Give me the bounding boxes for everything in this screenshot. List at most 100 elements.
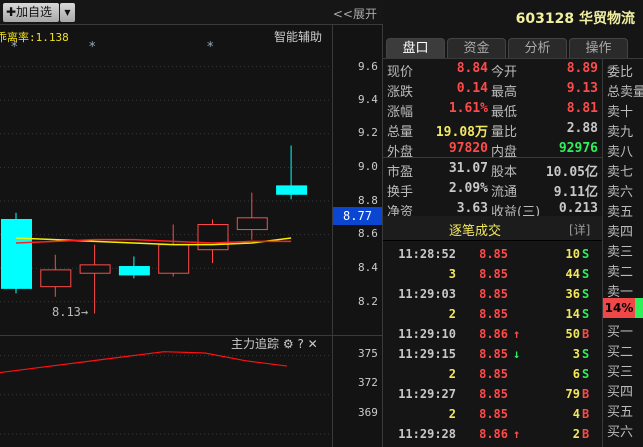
trade-volume: 3 xyxy=(572,347,580,361)
quote-value: 19.08万 xyxy=(435,125,488,140)
trade-side: B xyxy=(582,387,590,401)
trade-volume: 2 xyxy=(572,427,580,441)
orderbook-level: 卖三 xyxy=(607,245,634,260)
price-axis-label: 8.2 xyxy=(358,295,378,308)
trade-volume: 10 xyxy=(565,247,580,261)
ratio-badge: 14% xyxy=(603,298,635,318)
quote-value: 8.89 xyxy=(566,61,598,76)
trade-volume: 36 xyxy=(565,287,580,301)
add-watchlist-button[interactable]: ✚加自选 xyxy=(3,3,59,22)
divider xyxy=(383,58,643,59)
quote-label: 股本 xyxy=(491,165,518,180)
sub-axis-label: 375 xyxy=(358,347,378,360)
trade-time: 2 xyxy=(448,367,456,381)
tab-operate[interactable]: 操作 xyxy=(569,38,628,58)
price-axis-label: 9.2 xyxy=(358,126,378,139)
trade-side: S xyxy=(582,347,590,361)
orderbook-level: 总卖量 xyxy=(607,85,643,100)
quote-label: 最低 xyxy=(491,105,518,120)
quote-label: 量比 xyxy=(491,125,518,140)
trade-price: 8.85 xyxy=(479,247,508,261)
trades-header: 逐笔成交 [详] xyxy=(383,216,602,241)
trade-side: S xyxy=(582,247,590,261)
quote-value: 2.09% xyxy=(448,181,488,196)
tab-analysis[interactable]: 分析 xyxy=(508,38,567,58)
orderbook-level: 卖七 xyxy=(607,165,634,180)
trade-price: 8.86 xyxy=(479,427,508,441)
quote-value: 0.14 xyxy=(456,81,488,96)
orderbook-divider xyxy=(602,58,603,447)
quote-value: 3.63 xyxy=(456,201,488,216)
trade-volume: 79 xyxy=(565,387,580,401)
low-price-marker: 8.13→ xyxy=(52,305,89,319)
trade-volume: 14 xyxy=(565,307,580,321)
trade-side: S xyxy=(582,367,590,381)
candle-body xyxy=(197,224,229,251)
trade-time: 11:29:15 xyxy=(398,347,456,361)
candle-body xyxy=(276,185,308,195)
chevron-down-icon[interactable]: ▼ xyxy=(60,3,75,22)
quote-value: 1.61% xyxy=(448,101,488,116)
chart-panel: ✚加自选 ▼ <<展开 乖离率:1.138 智能辅助 * * * 8.13→ 9… xyxy=(0,0,383,447)
sub-axis-label: 372 xyxy=(358,376,378,389)
quote-value: 9.13 xyxy=(566,81,598,96)
price-axis-label: 9.0 xyxy=(358,160,378,173)
trade-time: 11:28:52 xyxy=(398,247,456,261)
trade-time: 3 xyxy=(448,267,456,281)
trade-price: 8.85 xyxy=(479,367,508,381)
quote-label: 最高 xyxy=(491,85,518,100)
candle-body xyxy=(1,218,32,289)
ratio-bar xyxy=(635,298,643,318)
orderbook-level: 买五 xyxy=(607,405,634,420)
trades-detail-link[interactable]: [详] xyxy=(569,221,590,238)
quote-value: 8.81 xyxy=(566,101,598,116)
quote-label: 外盘 xyxy=(387,145,414,160)
expand-button[interactable]: <<展开 xyxy=(333,5,377,22)
orderbook-level: 卖六 xyxy=(607,185,634,200)
orderbook-level: 卖十 xyxy=(607,105,634,120)
orderbook-level: 买三 xyxy=(607,365,634,380)
tab-handicap[interactable]: 盘口 xyxy=(386,38,445,58)
trade-side: B xyxy=(582,407,590,421)
trade-price: 8.85 xyxy=(479,387,508,401)
quote-label: 换手 xyxy=(387,185,414,200)
trade-price: 8.85 xyxy=(479,347,508,361)
trade-time: 11:29:10 xyxy=(398,327,456,341)
quote-value: 2.88 xyxy=(566,121,598,136)
candle-body xyxy=(40,269,72,288)
sub-axis-label: 369 xyxy=(358,406,378,419)
orderbook-level: 买六 xyxy=(607,425,634,440)
main-force-chart xyxy=(0,351,332,435)
quote-label: 市盈 xyxy=(387,165,414,180)
trade-price: 8.85 xyxy=(479,307,508,321)
tab-funds[interactable]: 资金 xyxy=(447,38,506,58)
quote-value: 31.07 xyxy=(448,161,488,176)
trade-time: 11:29:28 xyxy=(398,427,456,441)
candlestick-chart[interactable] xyxy=(0,25,332,335)
trade-volume: 44 xyxy=(565,267,580,281)
current-price-tag: 8.77 xyxy=(333,207,382,225)
trade-side: B xyxy=(582,327,590,341)
candle-body xyxy=(158,244,190,274)
trade-time: 11:29:03 xyxy=(398,287,456,301)
price-axis-label: 8.6 xyxy=(358,227,378,240)
chart-toolbar: ✚加自选 ▼ <<展开 xyxy=(0,0,383,25)
quote-value: 0.213 xyxy=(558,201,598,216)
quote-value: 97820 xyxy=(448,141,488,156)
quote-value: 10.05亿 xyxy=(545,165,598,180)
trade-price: 8.85 xyxy=(479,407,508,421)
orderbook-level: 卖八 xyxy=(607,145,634,160)
trade-price: 8.85 xyxy=(479,287,508,301)
trade-volume: 50 xyxy=(565,327,580,341)
orderbook-level: 买二 xyxy=(607,345,634,360)
quote-label: 涨跌 xyxy=(387,85,414,100)
trade-price: 8.86 xyxy=(479,327,508,341)
main-force-line xyxy=(0,351,288,374)
trade-time: 2 xyxy=(448,307,456,321)
trade-side: S xyxy=(582,287,590,301)
orderbook-level: 卖九 xyxy=(607,125,634,140)
trade-volume: 6 xyxy=(572,367,580,381)
trade-side: S xyxy=(582,307,590,321)
orderbook-level: 卖二 xyxy=(607,265,634,280)
quote-value: 8.84 xyxy=(456,61,488,76)
